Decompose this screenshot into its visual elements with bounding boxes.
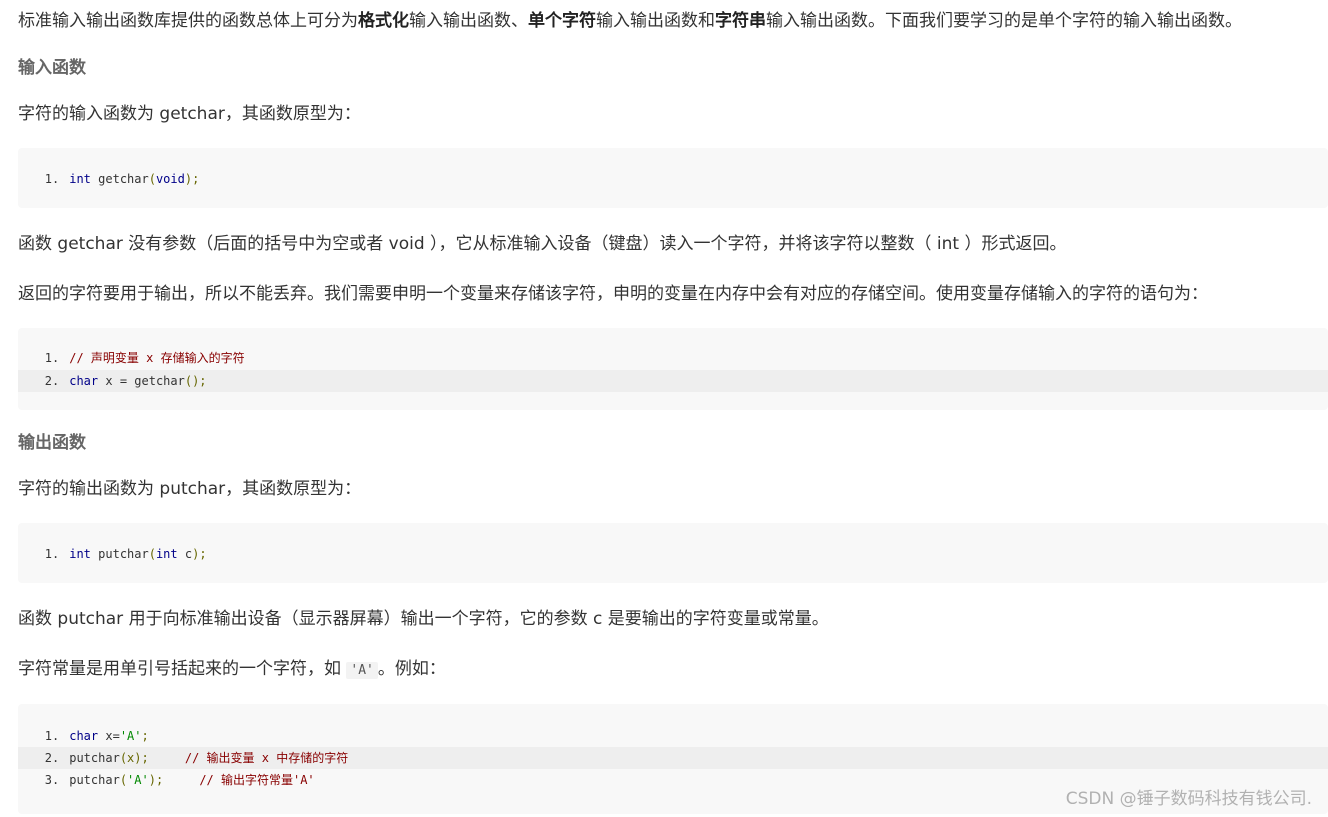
input-function-heading: 输入函数 xyxy=(18,58,86,78)
code-line: 1.// 声明变量 x 存储输入的字符 xyxy=(18,347,1328,369)
code-identifier: c xyxy=(177,547,193,561)
intro-text-3: 输入输出函数和 xyxy=(596,11,715,31)
code-punct: ); xyxy=(148,773,164,787)
code-identifier: getchar xyxy=(90,172,149,186)
line-number: 3 xyxy=(44,773,52,787)
line-number: 2 xyxy=(44,751,52,765)
code-keyword: char xyxy=(69,729,99,743)
char-constant-post: 。例如： xyxy=(377,659,446,679)
code-identifier: x= xyxy=(98,729,120,743)
char-constant-text: 字符常量是用单引号括起来的一个字符，如 'A' 。例如： xyxy=(18,658,446,682)
line-number: 2 xyxy=(44,374,52,388)
inline-code-char-a: 'A' xyxy=(346,662,378,679)
intro-bold-string: 字符串 xyxy=(715,11,766,31)
code-line: 2. char x = getchar(); xyxy=(18,370,1328,392)
code-string: 'A' xyxy=(127,773,149,787)
code-identifier: putchar xyxy=(90,547,149,561)
getchar-usage-code: 1.// 声明变量 x 存储输入的字符 2. char x = getchar()… xyxy=(18,328,1328,410)
intro-text-1: 标准输入输出函数库提供的函数总体上可分为 xyxy=(18,11,358,31)
code-keyword: void xyxy=(155,172,185,186)
output-function-heading: 输出函数 xyxy=(18,433,86,453)
code-comment: // 声明变量 x 存储输入的字符 xyxy=(69,351,245,365)
getchar-prototype-code: 1. int getchar(void); xyxy=(18,148,1328,208)
intro-text-2: 输入输出函数、 xyxy=(409,11,528,31)
code-punct: ); xyxy=(192,547,207,561)
code-punct: ; xyxy=(141,729,149,743)
code-string: 'A' xyxy=(119,729,142,743)
code-keyword: char xyxy=(69,374,99,388)
code-line: 1. char x='A'; xyxy=(18,725,1328,747)
line-number: 1 xyxy=(44,547,52,561)
getchar-prototype-text: 字符的输入函数为 getchar，其函数原型为： xyxy=(18,104,361,124)
putchar-prototype-text: 字符的输出函数为 putchar，其函数原型为： xyxy=(18,479,362,499)
code-keyword: int xyxy=(155,547,178,561)
code-punct: ( xyxy=(148,547,156,561)
code-keyword: int xyxy=(69,547,91,561)
code-comment: // 输出字符常量'A' xyxy=(199,773,315,787)
putchar-description: 函数 putchar 用于向标准输出设备（显示器屏幕）输出一个字符，它的参数 c… xyxy=(18,609,829,629)
code-punct: (x); xyxy=(119,751,149,765)
line-number: 1 xyxy=(44,729,52,743)
getchar-store-description: 返回的字符要用于输出，所以不能丢弃。我们需要申明一个变量来存储该字符，申明的变量… xyxy=(18,284,1208,304)
char-constant-pre: 字符常量是用单引号括起来的一个字符，如 xyxy=(18,659,347,679)
code-keyword: int xyxy=(69,172,91,186)
line-number: 1 xyxy=(44,351,52,365)
intro-bold-single-char: 单个字符 xyxy=(528,11,596,31)
code-punct: ( xyxy=(148,172,156,186)
code-line: 2. putchar(x); // 输出变量 x 中存储的字符 xyxy=(18,747,1328,769)
code-identifier: putchar xyxy=(69,751,120,765)
code-identifier: putchar xyxy=(69,773,120,787)
line-number: 1 xyxy=(44,172,52,186)
intro-text-4: 输入输出函数。下面我们要学习的是单个字符的输入输出函数。 xyxy=(766,11,1242,31)
code-punct: ); xyxy=(184,172,200,186)
intro-bold-format: 格式化 xyxy=(358,11,409,31)
putchar-prototype-code: 1. int putchar(int c); xyxy=(18,523,1328,583)
code-punct: ( xyxy=(119,773,128,787)
getchar-description: 函数 getchar 没有参数（后面的括号中为空或者 void ），它从标准输入… xyxy=(18,234,1067,254)
csdn-watermark: CSDN @锤子数码科技有钱公司. xyxy=(1065,789,1312,809)
code-identifier: x = getchar xyxy=(98,374,185,388)
code-line: 1. int getchar(void); xyxy=(18,168,1328,190)
code-comment: // 输出变量 x 中存储的字符 xyxy=(184,751,349,765)
code-line: 1. int putchar(int c); xyxy=(18,543,1328,565)
intro-paragraph: 标准输入输出函数库提供的函数总体上可分为格式化输入输出函数、单个字符输入输出函数… xyxy=(18,10,1242,32)
code-punct: (); xyxy=(184,374,207,388)
